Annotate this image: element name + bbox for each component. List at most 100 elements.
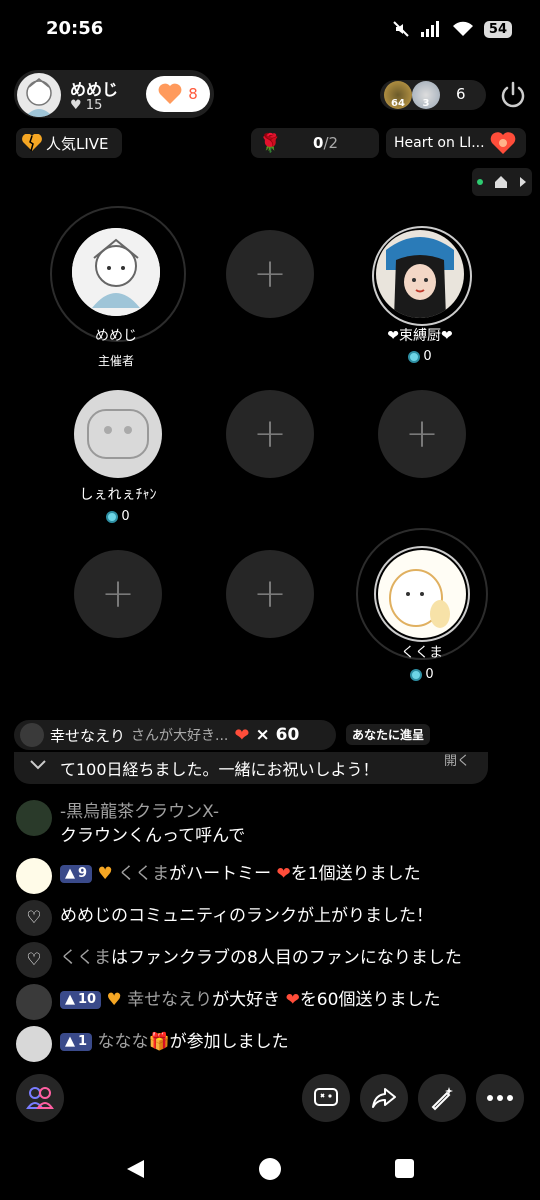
back-button[interactable] <box>124 1158 146 1184</box>
popular-live-label: 人気LIVE <box>46 134 109 153</box>
gem-icon <box>410 668 423 681</box>
seat-4-score: 0 <box>58 509 178 524</box>
seat-1-role: 主催者 <box>97 354 134 368</box>
rose-current: 0 <box>313 134 324 152</box>
mute-icon <box>393 21 409 37</box>
chat-join-event: ▲ 1 ななな🎁が参加しました <box>16 1026 289 1062</box>
effects-button[interactable] <box>418 1074 466 1122</box>
plus-icon: + <box>101 571 135 617</box>
gift-banner[interactable]: 幸せなえり さんが大好き... ❤ × 60 <box>14 720 336 750</box>
signal-icon <box>420 21 439 37</box>
heart-gift-icon: ❤ <box>234 724 250 746</box>
power-icon <box>501 81 525 108</box>
banner-avatar <box>20 723 44 747</box>
empty-seat-7[interactable]: + <box>74 550 162 638</box>
online-dot-icon <box>477 179 483 185</box>
status-icons: 54 <box>392 20 512 38</box>
banner-text: さんが大好き... <box>131 728 229 744</box>
home-button[interactable] <box>259 1158 281 1180</box>
seat-9-avatar[interactable] <box>378 550 466 638</box>
seat-3-score: 0 <box>360 349 480 364</box>
host-likes-count: 15 <box>85 98 103 113</box>
heart-gift-icon <box>490 132 515 154</box>
share-icon <box>372 1088 396 1108</box>
heart-on-live-button[interactable]: Heart on LI... <box>386 128 526 158</box>
chat-system: ♡ くくまはファンクラブの8人目のファンになりました <box>16 942 462 978</box>
chat-avatar[interactable] <box>16 858 52 894</box>
heart-on-live-label: Heart on LI... <box>394 135 485 151</box>
anniversary-open[interactable]: 開く <box>444 752 470 769</box>
chat-gift-event: ▲ 10 ♥ 幸せなえりが大好き ❤を60個送りました <box>16 984 440 1020</box>
seat-9-score: 0 <box>362 667 482 682</box>
host-name: めめじ <box>70 80 119 99</box>
chat-avatar[interactable] <box>16 984 52 1020</box>
empty-seat-8[interactable]: + <box>226 550 314 638</box>
back-icon <box>127 1160 144 1178</box>
host-likes: ♥ 15 <box>70 98 102 113</box>
chat-system: ♡ めめじのコミュニティのランクが上がりました！ <box>16 900 433 936</box>
battery-icon: 54 <box>483 20 512 38</box>
seat-4-avatar[interactable] <box>74 390 162 478</box>
chat-text: クラウンくんって呼んで <box>60 826 246 846</box>
plus-icon: + <box>253 251 287 297</box>
members-button[interactable] <box>16 1074 64 1122</box>
triangle-icon: ▲ <box>65 992 75 1007</box>
game-icon <box>314 1088 338 1106</box>
viewer-list-button[interactable]: 64 3 6 <box>380 80 486 110</box>
triangle-icon: ▲ <box>65 1034 75 1049</box>
viewer-badge-silver: 3 <box>412 81 440 109</box>
seat-4-name: しぇれぇﾁｬﾝ <box>79 487 157 503</box>
broken-heart-icon <box>22 134 42 152</box>
chat-user[interactable]: くくま <box>118 864 169 884</box>
seat-1-avatar[interactable] <box>72 228 160 316</box>
chat-user[interactable]: くくま <box>60 948 111 968</box>
seat-9-name: くくま <box>401 645 443 661</box>
magic-wand-icon <box>431 1087 453 1111</box>
plus-icon: + <box>253 411 287 457</box>
empty-seat-5[interactable]: + <box>226 390 314 478</box>
chat-avatar[interactable] <box>16 800 52 836</box>
chevron-right-icon <box>520 177 526 187</box>
power-button[interactable] <box>498 80 528 114</box>
more-icon <box>487 1095 513 1101</box>
heart-gift-icon: ❤ <box>276 864 291 884</box>
chat-game-button[interactable] <box>302 1074 350 1122</box>
seat-1-name: めめじ <box>95 328 137 344</box>
triangle-icon: ▲ <box>65 866 75 881</box>
heart-count: 8 <box>188 85 198 103</box>
heart-icon <box>158 83 182 104</box>
popular-live-button[interactable]: 人気LIVE <box>16 128 122 158</box>
follow-heart-button[interactable]: 8 <box>146 76 210 112</box>
banner-user: 幸せなえり <box>50 726 126 745</box>
empty-seat-6[interactable]: + <box>378 390 466 478</box>
gem-icon <box>408 350 421 363</box>
status-time: 20:56 <box>46 18 104 39</box>
plus-icon: + <box>405 411 439 457</box>
chat-avatar[interactable] <box>16 1026 52 1062</box>
chat-user[interactable]: -黒烏龍茶クラウンX- <box>60 800 245 824</box>
seat-3-avatar[interactable] <box>376 230 464 318</box>
anniversary-notice[interactable]: て100日経ちました。一緒にお祝いしよう！ 開く <box>14 752 488 784</box>
banner-tag: あなたに進呈 <box>346 724 431 745</box>
empty-seat-2[interactable]: + <box>226 230 314 318</box>
chat-user[interactable]: ななな <box>97 1032 148 1052</box>
rose-total: /2 <box>323 134 339 152</box>
chat-message: -黒烏龍茶クラウンX- クラウンくんって呼んで <box>16 800 245 848</box>
host-avatar[interactable] <box>17 73 61 117</box>
home-play-icon <box>495 176 507 188</box>
plus-icon: + <box>253 571 287 617</box>
level-badge: ▲ 10 <box>60 991 102 1009</box>
more-button[interactable] <box>476 1074 524 1122</box>
recents-button[interactable] <box>395 1159 414 1178</box>
broken-heart-icon: ♡ <box>16 942 52 978</box>
mini-controls[interactable] <box>472 168 532 196</box>
broken-heart-icon: ♥ <box>106 990 122 1010</box>
gem-icon <box>106 510 119 523</box>
chat-user[interactable]: 幸せなえり <box>127 990 212 1010</box>
chat-gift-event: ▲ 9 ♥ くくまがハートミー ❤を1個送りました <box>16 858 421 894</box>
rose-counter[interactable]: 🌹 0/2 <box>251 128 379 158</box>
level-badge: ▲ 9 <box>60 865 93 883</box>
share-button[interactable] <box>360 1074 408 1122</box>
gift-box-icon: 🎁 <box>148 1032 170 1052</box>
chat-text: めめじのコミュニティのランクが上がりました！ <box>60 906 433 926</box>
